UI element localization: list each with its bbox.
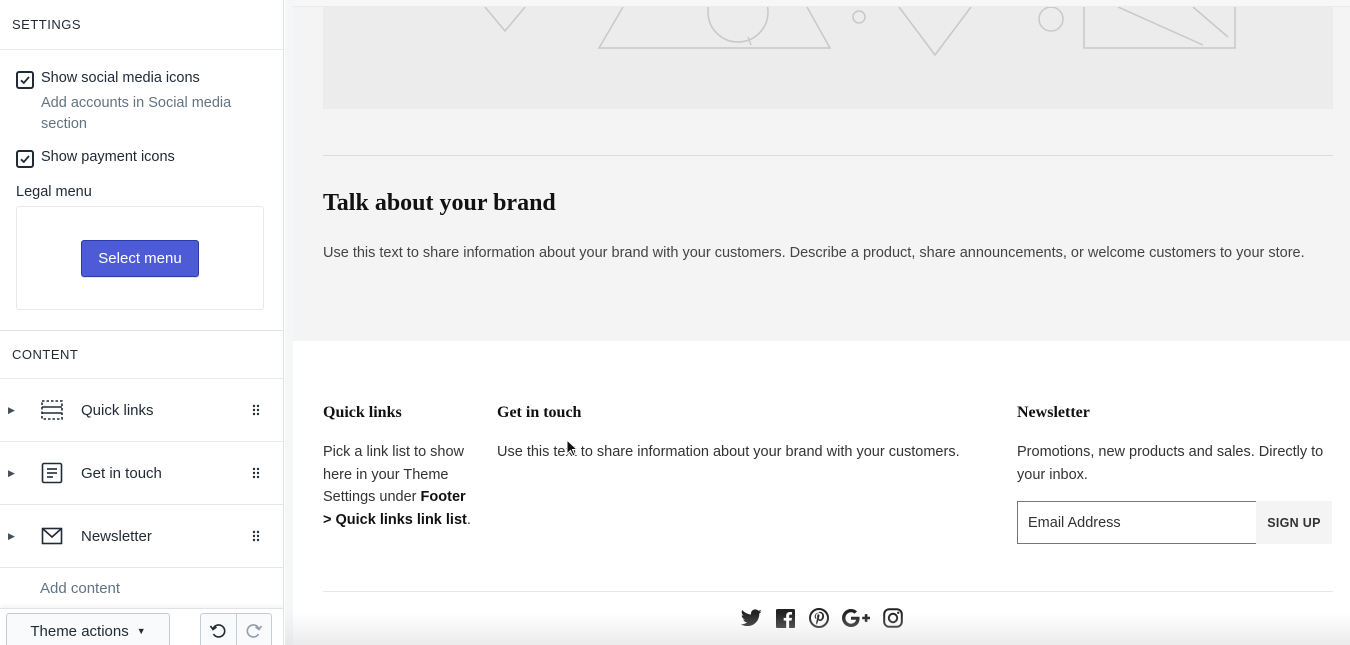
rich-text-section: Talk about your brand Use this text to s…: [293, 0, 1350, 341]
google-plus-icon[interactable]: [842, 607, 870, 629]
newsletter-form: Email Address SIGN UP: [1017, 501, 1333, 544]
drag-handle-icon[interactable]: [251, 404, 261, 416]
expand-caret-icon[interactable]: ▶: [0, 405, 20, 416]
footer-newsletter: Newsletter Promotions, new products and …: [1017, 404, 1333, 544]
facebook-icon[interactable]: [774, 607, 796, 629]
theme-editor-sidebar: SETTINGS Show social media icons Add acc…: [0, 0, 284, 645]
placeholder-image: [323, 0, 1333, 109]
settings-body: Show social media icons Add accounts in …: [0, 50, 283, 310]
theme-actions-label: Theme actions: [30, 622, 129, 640]
footer-column-text: Pick a link list to show here in your Th…: [323, 441, 473, 531]
checkmark-icon: [20, 76, 30, 85]
sidebar-bottom-bar: Theme actions ▼: [0, 608, 283, 645]
footer-column-text: Promotions, new products and sales. Dire…: [1017, 444, 1324, 483]
payment-icons-checkbox[interactable]: [16, 150, 34, 168]
history-buttons: [200, 613, 272, 645]
undo-button[interactable]: [201, 614, 236, 645]
redo-button[interactable]: [235, 614, 271, 645]
quick-links-icon: [40, 398, 64, 422]
footer-column-title: Get in touch: [497, 404, 582, 421]
footer-divider: [323, 591, 1333, 592]
top-strip: [293, 0, 1350, 7]
footer-column-title: Quick links: [323, 404, 402, 421]
instagram-icon[interactable]: [882, 607, 904, 629]
social-icons-label: Show social media icons: [41, 70, 200, 86]
settings-heading: SETTINGS: [0, 0, 283, 50]
block-get-in-touch[interactable]: ▶ Get in touch: [0, 442, 283, 505]
block-label: Quick links: [81, 401, 154, 419]
legal-menu-label: Legal menu: [16, 184, 92, 200]
checkmark-icon: [20, 155, 30, 164]
expand-caret-icon[interactable]: ▶: [0, 531, 20, 542]
add-content-label: Add content: [40, 579, 121, 597]
placeholder-illustration-icon: [484, 0, 1236, 57]
sign-up-button[interactable]: SIGN UP: [1256, 501, 1332, 544]
twitter-icon[interactable]: [740, 607, 762, 629]
block-label: Newsletter: [81, 527, 152, 545]
social-icons-checkbox-row[interactable]: Show social media icons: [16, 70, 267, 89]
pinterest-icon[interactable]: [808, 607, 830, 629]
block-quick-links[interactable]: ▶ Quick links: [0, 379, 283, 442]
drag-handle-icon[interactable]: [251, 530, 261, 542]
drag-handle-icon[interactable]: [251, 467, 261, 479]
footer-quick-links: Quick links Pick a link list to show her…: [323, 404, 473, 531]
content-heading: CONTENT: [0, 331, 283, 379]
footer-column-title: Newsletter: [1017, 404, 1090, 421]
block-label: Get in touch: [81, 464, 162, 482]
email-input[interactable]: Email Address: [1017, 501, 1256, 544]
brand-text: Use this text to share information about…: [323, 245, 1305, 261]
section-divider: [323, 155, 1333, 156]
add-content-row[interactable]: Add content: [0, 568, 283, 608]
block-newsletter[interactable]: ▶ Newsletter: [0, 505, 283, 568]
expand-caret-icon[interactable]: ▶: [0, 468, 20, 479]
storefront-preview: Talk about your brand Use this text to s…: [285, 0, 1350, 645]
theme-actions-button[interactable]: Theme actions ▼: [6, 613, 170, 645]
envelope-icon: [40, 524, 64, 548]
select-menu-button[interactable]: Select menu: [81, 239, 199, 277]
undo-icon: [210, 624, 226, 638]
payment-icons-checkbox-row[interactable]: Show payment icons: [16, 149, 267, 168]
caret-down-icon: ▼: [136, 626, 146, 636]
quick-links-text-end: .: [466, 511, 471, 528]
social-icons-help: Add accounts in Social media section: [41, 95, 232, 132]
text-icon: [40, 461, 64, 485]
legal-menu-picker: Select menu: [16, 206, 264, 310]
social-icons: [740, 607, 904, 629]
social-icons-checkbox[interactable]: [16, 71, 34, 89]
site-footer: Quick links Pick a link list to show her…: [293, 341, 1350, 645]
brand-heading: Talk about your brand: [323, 190, 556, 216]
mouse-cursor-icon: [566, 439, 578, 457]
payment-icons-label: Show payment icons: [41, 149, 175, 165]
redo-icon: [246, 624, 263, 638]
preview-gutter: [285, 0, 293, 645]
